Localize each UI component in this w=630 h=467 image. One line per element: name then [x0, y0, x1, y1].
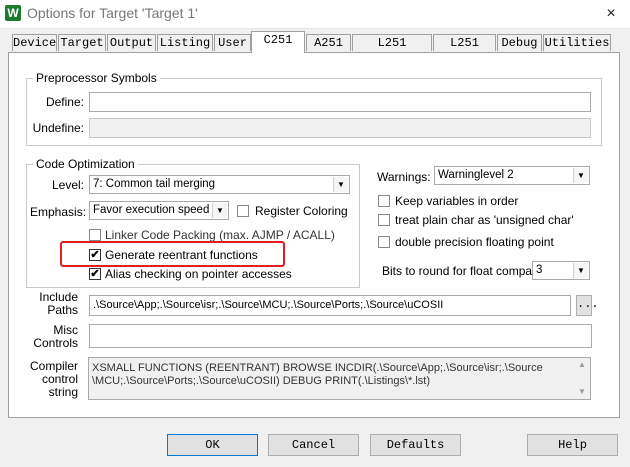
warnings-select[interactable]: Warninglevel 2 ▼: [434, 166, 590, 185]
check-icon: ✔: [90, 268, 100, 280]
linker-packing-label: Linker Code Packing (max. AJMP / ACALL): [105, 228, 335, 242]
compiler-control-string: XSMALL FUNCTIONS (REENTRANT) BROWSE INCD…: [88, 357, 591, 400]
tab-l251-locate[interactable]: L251 Locate: [352, 34, 432, 67]
highlight-annotation: [60, 241, 285, 267]
bits-round-select[interactable]: 3 ▼: [532, 261, 590, 280]
alias-checkbox[interactable]: ✔: [89, 268, 101, 280]
emphasis-select[interactable]: Favor execution speed ▼: [89, 201, 229, 220]
compiler-string-scrollbar[interactable]: ▲ ▼: [575, 358, 590, 399]
chevron-down-icon[interactable]: ▼: [573, 263, 588, 278]
chevron-down-icon[interactable]: ▼: [573, 168, 588, 183]
misc-controls-label: Misc Controls: [30, 324, 78, 350]
level-label: Level:: [51, 178, 84, 192]
misc-controls-input[interactable]: [89, 324, 592, 348]
misc-label-line2: Controls: [33, 336, 78, 350]
plain-char-checkbox[interactable]: [378, 214, 390, 226]
bits-round-value: 3: [536, 264, 543, 276]
keep-variables-checkbox[interactable]: [378, 195, 390, 207]
level-select[interactable]: 7: Common tail merging ▼: [89, 175, 350, 194]
compiler-string-line1: XSMALL FUNCTIONS (REENTRANT) BROWSE INCD…: [92, 362, 543, 374]
tab-c251[interactable]: C251: [251, 31, 305, 53]
app-icon: W: [5, 5, 21, 21]
keep-variables-label: Keep variables in order: [395, 194, 519, 208]
ok-button[interactable]: OK: [167, 434, 258, 456]
code-optimization-group-label: Code Optimization: [33, 157, 138, 171]
close-icon[interactable]: ×: [596, 2, 626, 26]
emphasis-label: Emphasis:: [30, 205, 87, 219]
tab-user[interactable]: User: [214, 34, 251, 51]
alias-label: Alias checking on pointer accesses: [105, 267, 292, 281]
register-coloring-checkbox[interactable]: [237, 205, 249, 217]
tab-a251[interactable]: A251: [306, 34, 351, 51]
warnings-value: Warninglevel 2: [438, 169, 514, 181]
double-precision-checkbox[interactable]: [378, 236, 390, 248]
compiler-string-line2: \MCU;.\Source\Ports;.\Source\uCOSII) DEB…: [92, 375, 431, 387]
include-paths-input[interactable]: .\Source\App;.\Source\isr;.\Source\MCU;.…: [89, 295, 571, 316]
compiler-label-line3: string: [48, 385, 78, 399]
undefine-label: Undefine:: [32, 121, 84, 135]
include-label-line2: Paths: [47, 303, 78, 317]
bits-round-label: Bits to round for float compare:: [382, 264, 547, 278]
help-button[interactable]: Help: [527, 434, 618, 456]
window-title: Options for Target 'Target 1': [27, 5, 198, 21]
tab-debug[interactable]: Debug: [497, 34, 542, 51]
compiler-string-label: Compiler control string: [30, 360, 78, 399]
undefine-input[interactable]: [89, 118, 591, 138]
level-value: 7: Common tail merging: [93, 178, 216, 190]
double-precision-label: double precision floating point: [395, 235, 554, 249]
tab-l251-misc[interactable]: L251 Misc: [433, 34, 496, 67]
tab-target[interactable]: Target: [58, 34, 106, 51]
warnings-label: Warnings:: [377, 170, 431, 184]
tab-listing[interactable]: Listing: [157, 34, 213, 51]
preprocessor-group-label: Preprocessor Symbols: [33, 71, 160, 85]
chevron-down-icon[interactable]: ▼: [212, 203, 227, 218]
plain-char-label: treat plain char as 'unsigned char': [395, 213, 574, 227]
title-bar: W Options for Target 'Target 1' ×: [0, 0, 630, 29]
tab-output[interactable]: Output: [107, 34, 156, 51]
browse-button[interactable]: ...: [576, 295, 599, 316]
tab-device[interactable]: Device: [12, 34, 57, 51]
define-input[interactable]: [89, 92, 591, 112]
include-paths-label: Include Paths: [30, 291, 78, 317]
chevron-down-icon[interactable]: ▼: [333, 177, 348, 192]
scroll-up-icon[interactable]: ▲: [578, 360, 586, 369]
define-label: Define:: [45, 95, 84, 109]
tab-utilities[interactable]: Utilities: [543, 34, 611, 51]
scroll-down-icon[interactable]: ▼: [578, 387, 586, 396]
linker-packing-checkbox[interactable]: [89, 229, 101, 241]
defaults-button[interactable]: Defaults: [370, 434, 461, 456]
emphasis-value: Favor execution speed: [93, 204, 210, 216]
cancel-button[interactable]: Cancel: [268, 434, 359, 456]
register-coloring-label: Register Coloring: [255, 204, 348, 218]
